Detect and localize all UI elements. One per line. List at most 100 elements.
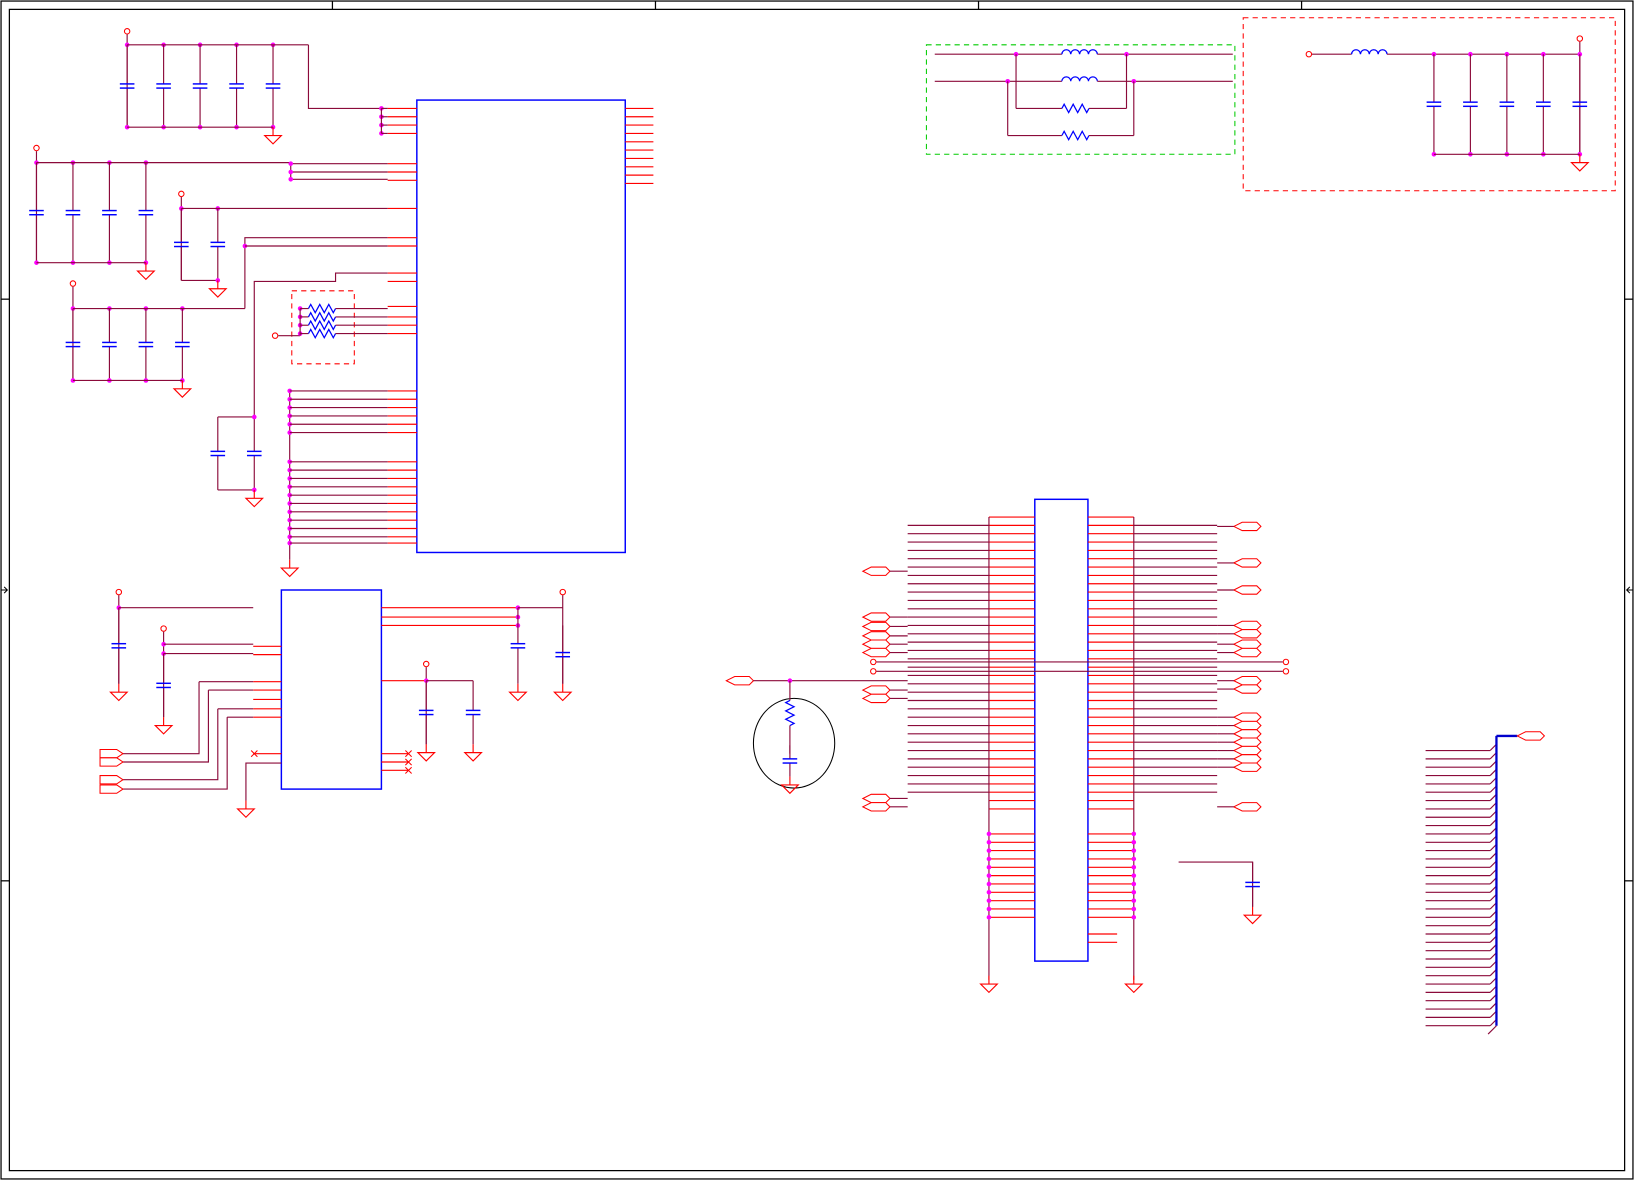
net-port [1232, 684, 1262, 694]
sheet-frame [0, 0, 1634, 1180]
resistor-zigzag [1061, 102, 1090, 114]
net-port [861, 685, 891, 695]
power-terminal [870, 668, 877, 675]
net-port [861, 566, 891, 576]
resistor-zigzag [307, 311, 337, 323]
net-port [1232, 558, 1262, 568]
junction-dot [1131, 831, 1137, 837]
resistor-zigzag [1061, 130, 1090, 141]
wire [253, 272, 388, 417]
resistor-zigzag [307, 319, 337, 331]
junction-dot [1131, 839, 1137, 845]
junction-dot [288, 161, 294, 166]
power-terminal [1282, 668, 1290, 675]
junction-dot [986, 831, 992, 837]
net-port [1232, 754, 1262, 764]
net-port [1232, 712, 1262, 722]
junction-dot [986, 856, 992, 862]
net-port [1232, 802, 1262, 812]
junction-dot [986, 915, 992, 920]
net-port [861, 793, 891, 804]
ground-symbol [780, 784, 800, 795]
junction-dot [1131, 873, 1137, 878]
ground-symbol [136, 270, 156, 281]
ground-symbol [463, 752, 483, 762]
ground-symbol [1242, 914, 1263, 925]
power-terminal [33, 144, 40, 152]
power-terminal [422, 660, 430, 668]
main-ic [416, 99, 626, 554]
net-port [1232, 639, 1262, 649]
junction-dot [1131, 906, 1137, 912]
junction-dot [986, 906, 992, 912]
inductor-coil [1061, 76, 1098, 82]
ferrite-filter [925, 44, 1236, 155]
power-terminal [559, 588, 566, 596]
junction-dot [1131, 881, 1137, 887]
connector [1034, 498, 1089, 962]
ground-symbol [979, 983, 999, 994]
junction-dot [986, 848, 992, 853]
power-filter [1242, 17, 1616, 192]
junction-dot [986, 873, 992, 878]
net-port [1232, 762, 1262, 772]
ground-symbol [508, 691, 528, 702]
net-port [1516, 731, 1546, 741]
bus-entry [1487, 1025, 1497, 1035]
net-port [861, 693, 891, 704]
power-terminal [178, 190, 185, 198]
power-terminal [69, 280, 77, 287]
junction-dot [986, 898, 992, 903]
power-terminal [271, 332, 279, 339]
net-port [1232, 620, 1262, 631]
net-port [1232, 675, 1262, 686]
power-terminal [1282, 658, 1290, 666]
junction-dot [986, 864, 992, 870]
ground-symbol [153, 724, 174, 735]
junction-dot [1131, 898, 1137, 903]
junction-dot [288, 169, 294, 175]
net-port [861, 621, 891, 632]
net-port [1232, 729, 1262, 739]
resistor-zigzag [307, 303, 337, 315]
net-port [861, 647, 891, 658]
junction-dot [288, 177, 294, 182]
junction-dot [1131, 915, 1137, 920]
power-terminal [123, 28, 131, 35]
wire [245, 762, 282, 801]
junction-dot [1131, 864, 1137, 870]
net-port [99, 757, 124, 767]
resistor-zigzag [307, 328, 337, 340]
junction-dot [986, 890, 992, 895]
ground-symbol [236, 808, 256, 819]
net-port [1232, 737, 1262, 747]
inductor-coil [1061, 49, 1098, 55]
power-terminal [115, 588, 123, 596]
buffer-ic [280, 589, 383, 790]
ground-symbol [208, 288, 228, 298]
power-terminal [1305, 50, 1313, 58]
net-port [861, 631, 891, 641]
net-port [861, 802, 891, 812]
net-port [99, 784, 124, 794]
wire [290, 162, 388, 180]
wire [122, 708, 219, 781]
net-port [99, 775, 124, 785]
junction-dot [986, 881, 992, 887]
net-port [1232, 647, 1262, 658]
ground-symbol [279, 567, 300, 578]
net-port [725, 675, 755, 686]
ground-symbol [553, 691, 573, 702]
schematic-wiring [29, 28, 1590, 1035]
power-terminal [1576, 35, 1584, 42]
ground-symbol [109, 691, 129, 702]
power-terminal [160, 625, 167, 632]
ground-symbol [172, 388, 193, 398]
net-port [861, 639, 891, 649]
resistor-zigzag [784, 699, 796, 727]
inductor-coil [1350, 49, 1388, 55]
junction-dot [1131, 890, 1137, 895]
schematic-canvas [0, 0, 1634, 1180]
net-port [1232, 585, 1262, 595]
junction-dot [1131, 856, 1137, 862]
